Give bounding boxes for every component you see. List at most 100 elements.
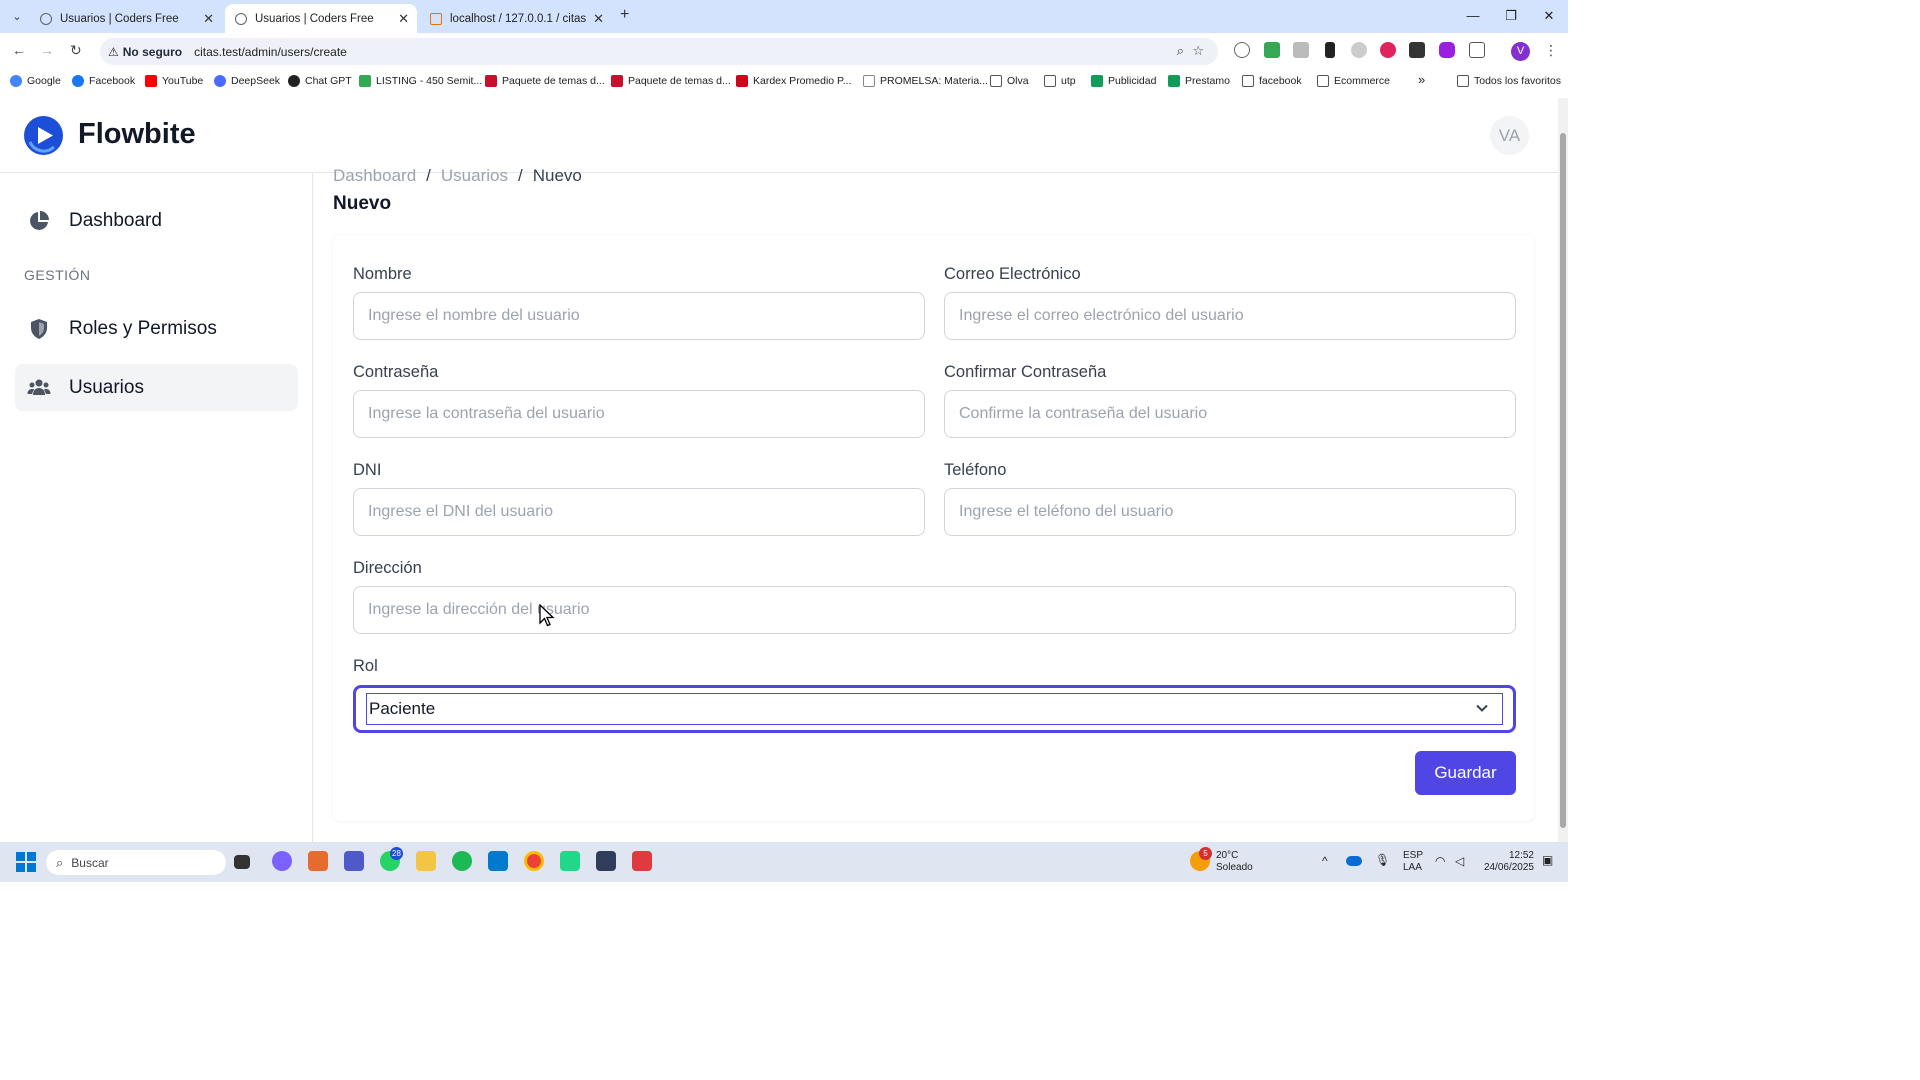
bookmark-folder[interactable]: Ecommerce bbox=[1317, 75, 1390, 87]
notification-icon[interactable]: ▣ bbox=[1542, 854, 1553, 866]
weather-widget[interactable]: 20°C Soleado bbox=[1216, 850, 1253, 874]
email-input[interactable] bbox=[944, 292, 1516, 340]
forward-arrow-icon[interactable]: → bbox=[40, 42, 54, 58]
zoom-icon[interactable]: ⌕ bbox=[1177, 43, 1184, 59]
profile-avatar[interactable]: V bbox=[1511, 42, 1530, 61]
user-avatar[interactable]: VA bbox=[1490, 116, 1529, 155]
bookmark-item[interactable]: YouTube bbox=[145, 75, 203, 87]
bookmark-item[interactable]: Publicidad bbox=[1091, 75, 1156, 87]
language-indicator[interactable]: ESP LAA bbox=[1403, 850, 1423, 874]
bookmark-item[interactable]: Google bbox=[10, 75, 61, 87]
whatsapp-badge: 28 bbox=[390, 847, 403, 860]
bookmark-item[interactable]: Paquete de temas d... bbox=[485, 75, 605, 87]
adblock-icon[interactable] bbox=[1380, 42, 1396, 58]
close-tab-icon[interactable]: ✕ bbox=[203, 11, 214, 27]
bookmark-star-icon[interactable]: ☆ bbox=[1192, 43, 1204, 59]
puzzle-icon[interactable] bbox=[1469, 42, 1485, 58]
scrollbar-thumb[interactable] bbox=[1560, 133, 1566, 828]
chrome-icon[interactable] bbox=[524, 851, 544, 871]
extension-icon[interactable] bbox=[1351, 42, 1367, 58]
bookmark-item[interactable]: Kardex Promedio P... bbox=[736, 75, 851, 87]
bookmark-item[interactable]: DeepSeek bbox=[214, 75, 280, 87]
not-secure-warning-icon[interactable]: ⚠ bbox=[108, 45, 119, 59]
onedrive-icon[interactable] bbox=[1346, 856, 1362, 866]
sidebar-item-roles[interactable]: Roles y Permisos bbox=[15, 305, 298, 352]
password-confirm-input[interactable] bbox=[944, 390, 1516, 438]
bookmark-folder[interactable]: utp bbox=[1044, 75, 1076, 87]
role-selected-value[interactable]: Paciente bbox=[369, 699, 435, 719]
browser-tab-1[interactable]: Usuarios | Coders Free ✕ bbox=[30, 4, 222, 33]
extension-icon[interactable] bbox=[1293, 42, 1309, 58]
phone-input[interactable] bbox=[944, 488, 1516, 536]
task-view-icon[interactable] bbox=[234, 855, 250, 869]
role-select[interactable]: Paciente bbox=[353, 685, 1516, 733]
browser-tab-2-active[interactable]: Usuarios | Coders Free ✕ bbox=[225, 4, 417, 33]
bookmark-folder[interactable]: Olva bbox=[990, 75, 1029, 87]
ide-icon[interactable] bbox=[560, 851, 580, 871]
eyedropper-icon[interactable] bbox=[1325, 42, 1335, 58]
page-scrollbar[interactable] bbox=[1558, 98, 1568, 842]
breadcrumb-users-link[interactable]: Usuarios bbox=[441, 166, 508, 185]
bookmark-item[interactable]: PROMELSA: Materia... bbox=[863, 75, 988, 87]
taskbar-search-box[interactable]: ⌕ Buscar bbox=[46, 850, 226, 875]
mouse-cursor-icon bbox=[539, 604, 555, 627]
reload-icon[interactable]: ↻ bbox=[70, 42, 82, 59]
qr-code-icon[interactable] bbox=[1409, 42, 1425, 58]
dni-input[interactable] bbox=[353, 488, 925, 536]
close-tab-icon[interactable]: ✕ bbox=[593, 11, 604, 27]
bookmark-item[interactable]: Prestamo bbox=[1168, 75, 1230, 87]
weather-badge: 5 bbox=[1199, 847, 1212, 860]
back-arrow-icon[interactable]: ← bbox=[12, 42, 26, 58]
users-icon bbox=[27, 379, 51, 395]
flowbite-logo-icon[interactable] bbox=[24, 116, 63, 155]
name-label: Nombre bbox=[353, 265, 412, 283]
minimize-icon[interactable]: — bbox=[1454, 0, 1492, 33]
bookmark-item[interactable]: LISTING - 450 Semit... bbox=[359, 75, 482, 87]
restore-icon[interactable]: ❐ bbox=[1492, 0, 1530, 33]
teams-icon[interactable] bbox=[344, 851, 364, 871]
password-input[interactable] bbox=[353, 390, 925, 438]
role-select-focus-ring[interactable]: Paciente bbox=[366, 693, 1503, 725]
address-bar[interactable]: ⚠ No seguro citas.test/admin/users/creat… bbox=[100, 38, 1218, 65]
wifi-icon[interactable]: ◠ bbox=[1435, 855, 1445, 867]
app-icon[interactable] bbox=[632, 851, 652, 871]
new-tab-icon[interactable]: + bbox=[620, 6, 629, 24]
tab-search-chevron-icon[interactable]: ⌄ bbox=[8, 8, 26, 26]
chevron-down-icon[interactable] bbox=[1474, 700, 1490, 716]
breadcrumb: Dashboard / Usuarios / Nuevo bbox=[333, 166, 582, 186]
address-input[interactable] bbox=[353, 586, 1516, 634]
browser-tab-3[interactable]: localhost / 127.0.0.1 / citas / m ✕ bbox=[420, 4, 612, 33]
breadcrumb-dashboard-link[interactable]: Dashboard bbox=[333, 166, 416, 185]
extension-icon[interactable] bbox=[1234, 42, 1250, 58]
clock[interactable]: 12:52 24/06/2025 bbox=[1482, 850, 1534, 874]
copilot-icon[interactable] bbox=[272, 851, 292, 871]
pie-chart-icon bbox=[30, 210, 49, 230]
close-tab-icon[interactable]: ✕ bbox=[398, 11, 409, 27]
close-window-icon[interactable]: ✕ bbox=[1530, 0, 1568, 33]
app-icon[interactable] bbox=[596, 851, 616, 871]
sidebar-item-dashboard[interactable]: Dashboard bbox=[15, 197, 298, 244]
bookmark-item[interactable]: Facebook bbox=[72, 75, 135, 87]
name-input[interactable] bbox=[353, 292, 925, 340]
bookmark-item[interactable]: Paquete de temas d... bbox=[611, 75, 731, 87]
file-explorer-icon[interactable] bbox=[416, 851, 436, 871]
bookmark-item[interactable]: Chat GPT bbox=[288, 75, 352, 87]
browser-menu-icon[interactable]: ⋮ bbox=[1544, 42, 1558, 59]
sidebar: Dashboard GESTIÓN Roles y Permisos Usuar… bbox=[0, 173, 313, 842]
extension-icon[interactable] bbox=[1264, 42, 1280, 58]
extension-icon[interactable] bbox=[1439, 42, 1455, 58]
bookmarks-overflow-icon[interactable]: » bbox=[1418, 72, 1425, 87]
password-label: Contraseña bbox=[353, 363, 439, 381]
xampp-icon[interactable] bbox=[308, 851, 328, 871]
chevron-up-icon[interactable]: ^ bbox=[1322, 855, 1328, 867]
bookmark-folder[interactable]: facebook bbox=[1242, 75, 1302, 87]
brand-name[interactable]: Flowbite bbox=[78, 118, 196, 151]
volume-icon[interactable]: ◁ bbox=[1455, 855, 1464, 867]
spotify-icon[interactable] bbox=[452, 851, 472, 871]
vscode-icon[interactable] bbox=[488, 851, 508, 871]
windows-start-icon[interactable] bbox=[16, 852, 36, 872]
save-button[interactable]: Guardar bbox=[1415, 751, 1516, 795]
all-bookmarks-folder[interactable]: Todos los favoritos bbox=[1457, 75, 1561, 87]
microphone-icon[interactable]: 🎙 bbox=[1375, 854, 1390, 866]
sidebar-item-users[interactable]: Usuarios bbox=[15, 364, 298, 411]
